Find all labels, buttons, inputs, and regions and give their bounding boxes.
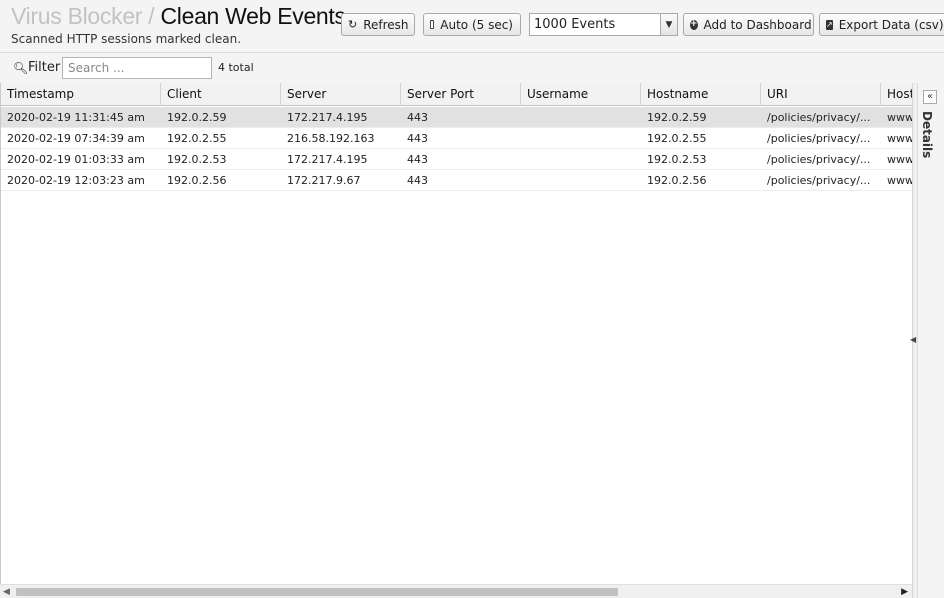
cell-hostname: 192.0.2.53 (647, 153, 707, 166)
scroll-left-icon[interactable]: ◀ (3, 587, 10, 597)
cell-uri: /policies/privacy/... (767, 132, 871, 145)
export-data-label: Export Data (csv) (838, 17, 944, 32)
refresh-label: Refresh (363, 17, 409, 32)
cell-uri: /policies/privacy/... (767, 153, 871, 166)
external-link-icon: ↗ (826, 19, 833, 30)
search-icon: 🔍︎ (13, 61, 29, 75)
page-title: Virus Blocker / Clean Web Events (11, 3, 346, 30)
cell-server: 172.217.4.195 (287, 153, 368, 166)
scrollbar-thumb[interactable] (16, 588, 618, 596)
refresh-icon: ↻ (348, 18, 358, 31)
checkbox-icon (430, 20, 435, 29)
column-header-client[interactable]: Client (161, 83, 281, 106)
cell-username (521, 107, 641, 127)
expand-details-icon[interactable]: « (923, 90, 937, 104)
plus-circle-icon: + (690, 19, 698, 30)
add-to-dashboard-button[interactable]: + Add to Dashboard (683, 13, 814, 36)
page-subtitle: Scanned HTTP sessions marked clean. (11, 32, 242, 46)
events-limit-select[interactable]: 1000 Events ▼ (529, 13, 678, 36)
details-panel-label[interactable]: Details (920, 111, 934, 158)
cell-server-port: 443 (407, 153, 428, 166)
search-input[interactable] (62, 57, 212, 79)
cell-host: www.google.com (887, 132, 912, 145)
grid-header: Timestamp Client Server Server Port User… (1, 83, 912, 106)
cell-hostname: 192.0.2.59 (647, 111, 707, 124)
add-to-dashboard-label: Add to Dashboard (703, 17, 812, 32)
cell-timestamp: 2020-02-19 12:03:23 am (7, 174, 145, 187)
cell-username (521, 128, 641, 148)
table-row[interactable]: 2020-02-19 11:31:45 am 192.0.2.59 172.21… (1, 107, 912, 128)
export-data-button[interactable]: ↗ Export Data (csv) (819, 13, 944, 36)
refresh-button[interactable]: ↻ Refresh (341, 13, 415, 36)
column-header-timestamp[interactable]: Timestamp (1, 83, 161, 106)
cell-host: www.google.com (887, 153, 912, 166)
events-grid: Timestamp Client Server Server Port User… (0, 83, 912, 584)
cell-client: 192.0.2.56 (167, 174, 227, 187)
events-limit-value: 1000 Events (534, 17, 616, 32)
collapse-left-icon[interactable]: ◀ (910, 335, 916, 344)
breadcrumb-separator: / (142, 3, 161, 29)
cell-server-port: 443 (407, 111, 428, 124)
column-header-username[interactable]: Username (521, 83, 641, 106)
table-row[interactable]: 2020-02-19 12:03:23 am 192.0.2.56 172.21… (1, 170, 912, 191)
cell-uri: /policies/privacy/... (767, 111, 871, 124)
column-header-hostname[interactable]: Hostname (641, 83, 761, 106)
table-row[interactable]: 2020-02-19 01:03:33 am 192.0.2.53 172.21… (1, 149, 912, 170)
filter-bar: 🔍︎ Filter 4 total (0, 52, 944, 83)
cell-client: 192.0.2.59 (167, 111, 227, 124)
filter-label: Filter (28, 60, 61, 75)
cell-server-port: 443 (407, 174, 428, 187)
cell-timestamp: 2020-02-19 11:31:45 am (7, 111, 145, 124)
cell-uri: /policies/privacy/... (767, 174, 871, 187)
cell-timestamp: 2020-02-19 07:34:39 am (7, 132, 145, 145)
page-title-current: Clean Web Events (160, 3, 346, 29)
page-header: Virus Blocker / Clean Web Events Scanned… (0, 0, 944, 52)
cell-server: 172.217.9.67 (287, 174, 361, 187)
cell-client: 192.0.2.55 (167, 132, 227, 145)
scroll-right-icon[interactable]: ▶ (901, 587, 908, 597)
cell-server: 216.58.192.163 (287, 132, 375, 145)
cell-username (521, 149, 641, 169)
cell-hostname: 192.0.2.56 (647, 174, 707, 187)
cell-hostname: 192.0.2.55 (647, 132, 707, 145)
chevron-down-icon[interactable]: ▼ (660, 14, 677, 35)
cell-server-port: 443 (407, 132, 428, 145)
total-count: 4 total (218, 61, 254, 74)
table-row[interactable]: 2020-02-19 07:34:39 am 192.0.2.55 216.58… (1, 128, 912, 149)
cell-server: 172.217.4.195 (287, 111, 368, 124)
cell-client: 192.0.2.53 (167, 153, 227, 166)
column-header-server-port[interactable]: Server Port (401, 83, 521, 106)
cell-username (521, 170, 641, 190)
auto-refresh-toggle[interactable]: Auto (5 sec) (423, 13, 521, 36)
cell-host: www.google.com (887, 111, 912, 124)
auto-refresh-label: Auto (5 sec) (440, 17, 513, 32)
cell-host: www.google.com (887, 174, 912, 187)
column-header-uri[interactable]: URI (761, 83, 881, 106)
column-header-host[interactable]: Host (881, 83, 912, 106)
details-panel: « Details (917, 83, 944, 598)
cell-timestamp: 2020-02-19 01:03:33 am (7, 153, 145, 166)
horizontal-scrollbar[interactable]: ◀ ▶ (0, 584, 912, 598)
breadcrumb-app[interactable]: Virus Blocker (11, 3, 142, 29)
column-header-server[interactable]: Server (281, 83, 401, 106)
